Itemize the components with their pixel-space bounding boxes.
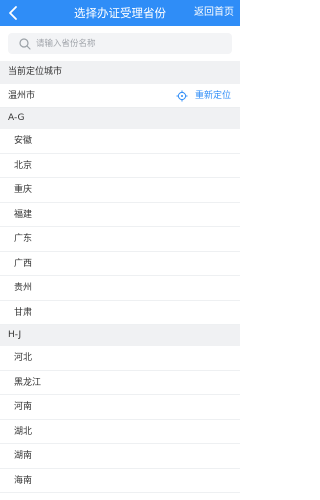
section-header-a-g: A-G bbox=[0, 108, 240, 129]
province-item[interactable]: 河北 bbox=[0, 346, 240, 371]
province-list-h-j: 河北 黑龙江 河南 湖北 湖南 海南 bbox=[0, 346, 240, 493]
search-input[interactable] bbox=[36, 33, 224, 54]
relocate-button[interactable]: 重新定位 bbox=[195, 84, 231, 108]
section-header-h-j: H-J bbox=[0, 325, 240, 346]
home-button[interactable]: 返回首页 bbox=[194, 0, 234, 26]
top-bar: 选择办证受理省份 返回首页 bbox=[0, 0, 240, 26]
section-current-location: 当前定位城市 bbox=[0, 61, 240, 84]
province-item[interactable]: 湖北 bbox=[0, 420, 240, 444]
province-item[interactable]: 安徽 bbox=[0, 129, 240, 154]
search-bar bbox=[0, 26, 240, 61]
province-item[interactable]: 重庆 bbox=[0, 178, 240, 203]
province-item[interactable]: 广东 bbox=[0, 227, 240, 252]
province-item[interactable]: 福建 bbox=[0, 203, 240, 227]
province-item[interactable]: 海南 bbox=[0, 469, 240, 493]
province-list-a-g: 安徽 北京 重庆 福建 广东 广西 贵州 甘肃 bbox=[0, 129, 240, 325]
locate-icon[interactable] bbox=[176, 90, 188, 102]
province-item[interactable]: 北京 bbox=[0, 154, 240, 178]
province-item[interactable]: 湖南 bbox=[0, 444, 240, 469]
province-item[interactable]: 贵州 bbox=[0, 276, 240, 301]
search-box[interactable] bbox=[8, 33, 232, 54]
province-item[interactable]: 甘肃 bbox=[0, 301, 240, 325]
search-icon bbox=[19, 38, 31, 50]
current-city[interactable]: 温州市 bbox=[8, 84, 35, 108]
province-item[interactable]: 河南 bbox=[0, 395, 240, 420]
current-location-row: 温州市 重新定位 bbox=[0, 84, 240, 108]
province-item[interactable]: 广西 bbox=[0, 252, 240, 276]
province-item[interactable]: 黑龙江 bbox=[0, 371, 240, 395]
